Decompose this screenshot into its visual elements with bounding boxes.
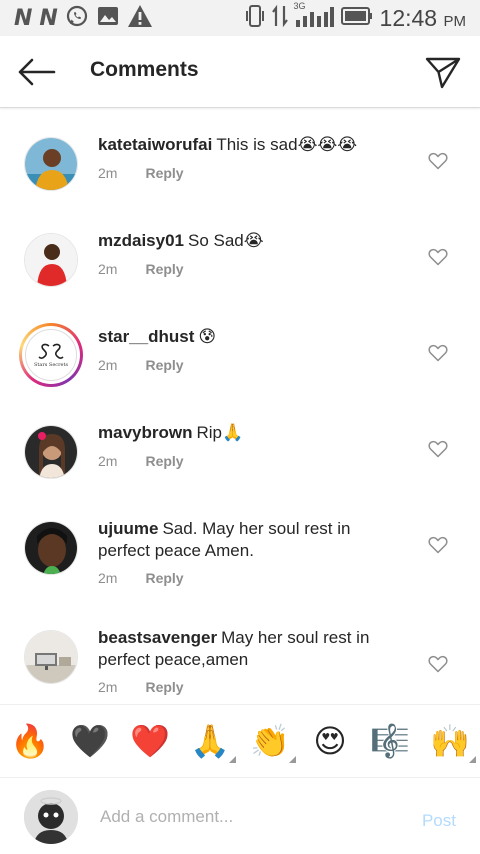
raised-hands-emoji-button[interactable]: 🙌: [430, 721, 476, 763]
like-button[interactable]: [428, 248, 448, 266]
comment-text: ujuume Sad. May her soul rest in perfect …: [98, 518, 398, 562]
comment-text: mavybrown Rip🙏: [98, 422, 398, 444]
reply-button[interactable]: Reply: [145, 165, 183, 181]
comment-body: So Sad: [188, 231, 244, 250]
vibrate-icon: [244, 3, 266, 34]
comment-meta: 2m Reply: [98, 357, 184, 373]
comment-body: This is sad: [216, 135, 298, 154]
comment-username[interactable]: katetaiworufai: [98, 135, 212, 154]
skin-tone-indicator: [469, 756, 476, 763]
alert-icon: [127, 4, 153, 33]
send-button[interactable]: [424, 54, 462, 90]
back-button[interactable]: [16, 56, 56, 88]
comment-username[interactable]: star__dhust: [98, 327, 194, 346]
clapping-hands-emoji-button[interactable]: 👏: [250, 721, 296, 763]
current-user-avatar: [24, 790, 78, 844]
heart-eyes-emoji-button[interactable]: 😍: [310, 721, 350, 761]
whatsapp-icon: [65, 4, 89, 33]
like-button[interactable]: [428, 440, 448, 458]
comment-username[interactable]: mzdaisy01: [98, 231, 184, 250]
comments-header: Comments: [0, 36, 480, 108]
send-icon: [425, 57, 461, 89]
heart-icon: [428, 344, 448, 362]
comments-list[interactable]: katetaiworufai This is sad😭😭😭 2m Reply mzd…: [0, 110, 480, 704]
post-button[interactable]: Post: [422, 811, 456, 831]
musical-score-emoji-button[interactable]: 🎼: [370, 721, 410, 761]
comment-body: Rip: [196, 423, 222, 442]
reply-button[interactable]: Reply: [145, 453, 183, 469]
avatar-logo: Stars Secrets: [25, 329, 77, 381]
skin-tone-indicator: [229, 756, 236, 763]
data-transfer-icon: [271, 3, 288, 34]
signal-icon: 3G: [293, 1, 334, 34]
network-type: 3G: [293, 1, 306, 11]
skin-tone-indicator: [289, 756, 296, 763]
comment-emoji: 😭: [243, 231, 264, 251]
comment-text: beastsavenger May her soul rest in perfec…: [98, 627, 398, 671]
comment-time: 2m: [98, 679, 118, 695]
fire-emoji-button[interactable]: 🔥: [10, 721, 50, 761]
reply-button[interactable]: Reply: [145, 679, 183, 695]
comment-time: 2m: [98, 165, 118, 181]
avatar[interactable]: [24, 233, 78, 287]
comment-text: star__dhust 😰: [98, 326, 398, 348]
emoji-reaction-bar: 🔥 🖤 ❤️ 🙏 👏 😍 🎼 🙌: [0, 704, 480, 778]
avatar-story-ring[interactable]: Stars Secrets: [19, 323, 83, 387]
comment-meta: 2m Reply: [98, 453, 184, 469]
like-button[interactable]: [428, 344, 448, 362]
comment-emoji: 😰: [198, 327, 217, 347]
reply-button[interactable]: Reply: [145, 261, 183, 277]
logo-text: Stars Secrets: [33, 362, 69, 368]
black-heart-emoji-button[interactable]: 🖤: [70, 721, 110, 761]
comment-time: 2m: [98, 261, 118, 277]
status-bar-left: N N: [14, 4, 153, 33]
avatar[interactable]: [24, 425, 78, 479]
status-bar: N N 3G 12:48 PM: [0, 0, 480, 36]
logo-icon: [38, 343, 64, 359]
comment-username[interactable]: mavybrown: [98, 423, 192, 442]
comment-time: 2m: [98, 570, 118, 586]
heart-icon: [428, 655, 448, 673]
heart-icon: [428, 152, 448, 170]
notification-n-icon: N: [39, 6, 57, 31]
comment-username[interactable]: ujuume: [98, 519, 158, 538]
avatar[interactable]: [24, 630, 78, 684]
red-heart-emoji-button[interactable]: ❤️: [130, 721, 170, 761]
heart-icon: [428, 248, 448, 266]
comment-meta: 2m Reply: [98, 261, 184, 277]
page-title: Comments: [90, 58, 199, 81]
status-bar-time: 12:48 PM: [379, 5, 466, 31]
comment-meta: 2m Reply: [98, 165, 184, 181]
reply-button[interactable]: Reply: [145, 570, 183, 586]
comment-time: 2m: [98, 453, 118, 469]
battery-icon: [340, 5, 374, 32]
status-bar-right: 3G 12:48 PM: [244, 1, 466, 34]
comment-emoji: 🙏: [222, 423, 244, 443]
avatar[interactable]: [24, 521, 78, 575]
comment-emoji: 😭😭😭: [297, 135, 358, 155]
comment-text: katetaiworufai This is sad😭😭😭: [98, 134, 398, 156]
comment-username[interactable]: beastsavenger: [98, 628, 217, 647]
comment-text: mzdaisy01 So Sad😭: [98, 230, 398, 252]
comment-time: 2m: [98, 357, 118, 373]
notification-n-icon: N: [14, 6, 32, 31]
heart-icon: [428, 440, 448, 458]
comment-input[interactable]: [100, 800, 390, 834]
like-button[interactable]: [428, 655, 448, 673]
image-icon: [97, 5, 119, 32]
heart-icon: [428, 536, 448, 554]
reply-button[interactable]: Reply: [145, 357, 183, 373]
comment-meta: 2m Reply: [98, 570, 184, 586]
avatar[interactable]: [24, 137, 78, 191]
comment-input-bar: Post: [0, 778, 480, 854]
like-button[interactable]: [428, 152, 448, 170]
back-arrow-icon: [18, 58, 56, 86]
folded-hands-emoji-button[interactable]: 🙏: [190, 721, 236, 763]
like-button[interactable]: [428, 536, 448, 554]
comment-meta: 2m Reply: [98, 679, 184, 695]
